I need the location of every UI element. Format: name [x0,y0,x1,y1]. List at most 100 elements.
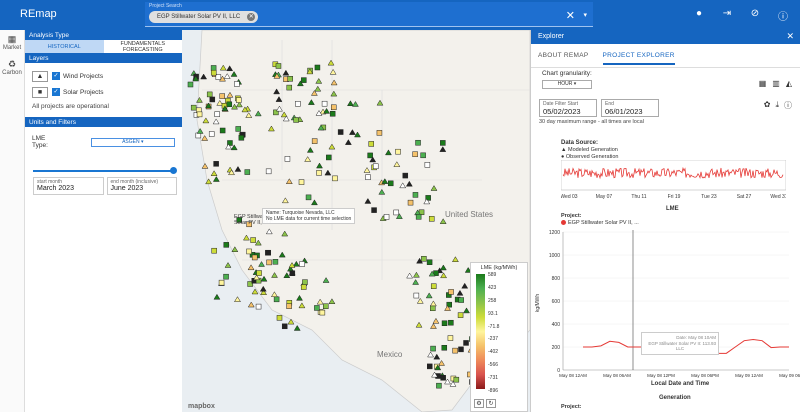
lme-type-row: LME Type: ASGEN ▾ [25,127,182,157]
co2-icon: ♻ [7,59,17,69]
legend-reset-icon[interactable]: ↻ [486,399,496,408]
solar-checkbox[interactable]: ✓ [52,88,60,96]
series-dot [561,220,566,225]
lme-y-tick: 1000 [549,253,560,259]
start-month-field[interactable]: start month March 2023 [33,177,104,195]
solar-project-marker [402,172,409,179]
overview-chart[interactable]: Wed 03 May 07 Thu 11 Fri 19 Tue 23 Sat 27 Wed … [561,160,786,200]
month-slider[interactable] [33,167,177,174]
overview-x-tick: May 07 [596,194,613,200]
analysis-tabs: HISTORICAL FUNDAMENTALS FORECASTING [25,40,182,53]
solar-project-marker [219,93,225,99]
solar-project-marker [329,111,336,117]
solar-project-marker [223,242,230,248]
solar-project-marker [463,340,469,346]
solar-project-marker [314,305,320,311]
modeled-generation-item[interactable]: ▲ Modeled Generation [561,147,618,153]
solar-project-marker [195,132,202,139]
layer-wind[interactable]: ▲ ✓ Wind Projects [25,68,182,84]
solar-project-marker [387,180,394,187]
area-view-icon[interactable]: ◭ [786,79,792,88]
solar-project-marker [273,296,280,303]
chevron-down-icon[interactable]: ▾ [583,11,587,19]
solar-project-marker [383,214,390,220]
solar-project-marker [332,175,338,182]
palette-icon[interactable]: ✿ [764,100,771,111]
info-icon[interactable]: ⓘ [784,100,792,111]
solar-project-marker [321,100,328,107]
layers-title: Layers [25,53,182,63]
download-icon[interactable]: ⤓ [775,100,779,111]
overview-x-ticks: Wed 03 May 07 Thu 11 Fri 19 Tue 23 Sat 27 Wed … [561,194,786,200]
pin-icon[interactable]: ● [692,8,706,23]
wind-checkbox[interactable]: ✓ [52,72,60,80]
search-chip[interactable]: EGP Stillwater Solar PV II, LLC ✕ [149,11,259,23]
solar-project-marker [372,163,379,170]
tab-about-remap[interactable]: ABOUT REMAP [538,52,589,67]
lme-line-chart[interactable]: 120010008006004002000 May 08 12AM May 08 … [531,228,800,378]
date-start-field[interactable]: Date Filter Start 05/02/2023 [539,99,597,117]
lme-legend: LME (kg/MWh) 589 423 258 93.1 -71.8 -237 -402-… [470,262,528,412]
tab-fundamentals-forecasting[interactable]: FUNDAMENTALS FORECASTING [104,40,183,53]
project-search-label: Project Search [149,3,182,9]
solar-project-marker [430,283,437,289]
control-panel: Analysis Type HISTORICAL FUNDAMENTALS FO… [25,30,182,412]
lme-type-select[interactable]: ASGEN ▾ [90,137,175,147]
lme-x-tick: May 09 12AM [735,373,763,378]
tab-project-explorer[interactable]: PROJECT EXPLORER [602,52,675,65]
solar-project-marker [421,256,427,262]
solar-square-icon: ■ [32,86,48,98]
export-icon[interactable]: ⇥ [720,8,734,23]
solar-project-marker [235,126,242,132]
close-icon[interactable]: ✕ [786,31,794,42]
solar-project-marker [251,254,258,261]
solar-project-marker [255,303,262,310]
slider-handle[interactable] [170,167,177,174]
legend-colorbar [476,274,485,389]
layer-solar[interactable]: ■ ✓ Solar Projects [25,84,182,100]
solar-project-marker [301,77,307,83]
solar-project-marker [412,151,418,157]
solar-project-marker [448,289,454,295]
granularity-label: Chart granularity: [542,70,592,77]
solar-project-marker [440,375,446,381]
solar-project-marker [284,156,291,162]
date-end-field[interactable]: End 06/01/2023 [601,99,659,117]
bar-view-icon[interactable]: ▥ [772,79,780,88]
map-view[interactable]: United States Mexico EGP Stillwater Solar… [182,30,530,412]
solar-project-marker [323,303,329,310]
analysis-type-title: Analysis Type [25,30,182,40]
solar-project-marker [265,168,272,175]
map-tooltip: Name: Turquoise Nevada, LLC No LME data … [262,208,356,224]
info-icon[interactable]: ⓘ [776,8,790,23]
explorer-header: Explorer ✕ [531,30,800,44]
solar-project-marker [209,96,216,103]
solar-project-marker [293,117,299,123]
layers-off-icon[interactable]: ⊘ [748,8,762,23]
project-search[interactable]: Project Search EGP Stillwater Solar PV I… [145,2,593,27]
rail-item-market[interactable]: ▦ Market [0,34,24,51]
solar-project-marker [424,162,431,168]
solar-project-marker [305,194,312,201]
left-rail: ▦ Market ♻ Carbon [0,30,25,412]
solar-project-marker [286,84,293,91]
solar-project-marker [314,64,321,71]
solar-project-marker [458,346,464,353]
lme-x-tick: May 09 06AM [779,373,800,378]
clear-icon[interactable]: ✕ [566,9,575,22]
end-month-field[interactable]: end month (inclusive) June 2023 [106,177,177,195]
rail-item-carbon[interactable]: ♻ Carbon [0,59,24,76]
tab-historical[interactable]: HISTORICAL [25,40,104,53]
chip-remove-icon[interactable]: ✕ [247,13,256,21]
legend-settings-icon[interactable]: ⚙ [474,399,484,408]
lme-x-label: Local Date and Time [651,381,710,387]
wind-triangle-icon: ▲ [32,70,48,82]
solar-project-marker [223,273,229,280]
solar-project-marker [208,131,215,137]
solar-project-marker [452,347,458,354]
solar-project-marker [238,135,245,141]
solar-project-marker [256,270,262,276]
table-view-icon[interactable]: ▦ [759,79,767,88]
granularity-select[interactable]: HOUR ▾ [542,80,592,89]
solar-project-marker [219,127,226,134]
